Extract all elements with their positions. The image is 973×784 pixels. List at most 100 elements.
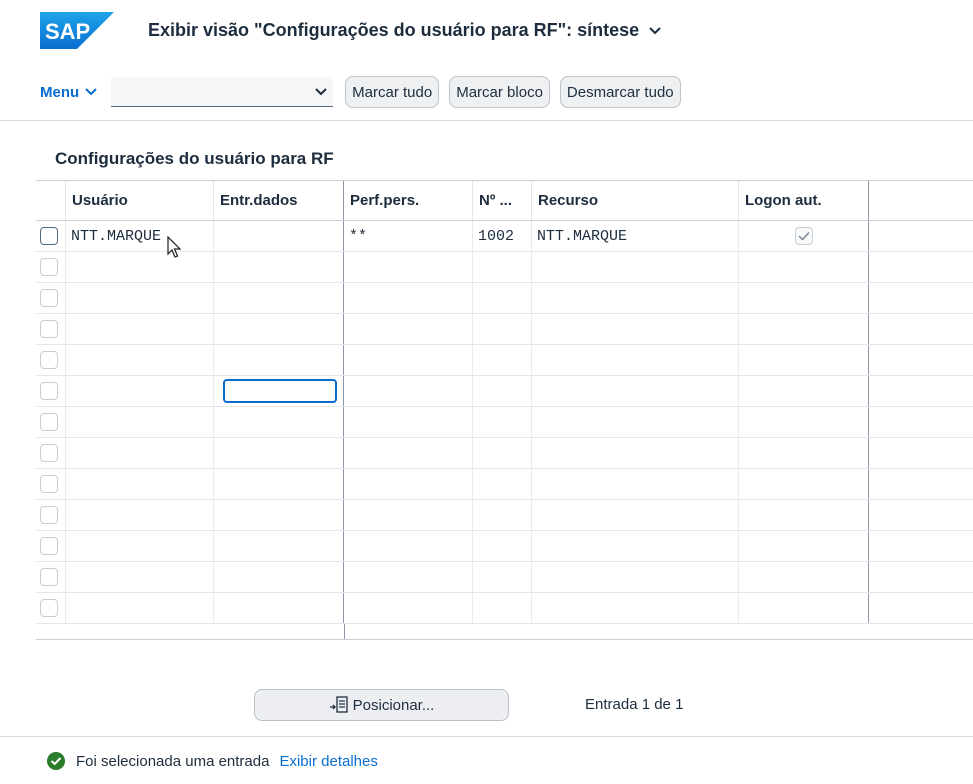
cell-entr-dados[interactable] (214, 500, 344, 530)
cell-entr-dados[interactable] (214, 252, 344, 282)
cell-usuario[interactable] (66, 438, 214, 468)
cell-logon-aut[interactable] (739, 531, 869, 561)
cell-recurso[interactable] (532, 562, 739, 592)
cell-entr-dados[interactable] (214, 283, 344, 313)
cell-logon-aut[interactable] (739, 500, 869, 530)
cell-usuario[interactable] (66, 283, 214, 313)
cell-logon-aut[interactable] (739, 314, 869, 344)
select-block-button[interactable]: Marcar bloco (449, 76, 550, 108)
table-row[interactable]: NTT.MARQUE ** 1002 NTT.MARQUE (36, 221, 973, 252)
cell-usuario[interactable] (66, 562, 214, 592)
cell-numero[interactable] (473, 345, 532, 375)
cell-perf-pers[interactable] (344, 252, 473, 282)
cell-numero[interactable] (473, 531, 532, 561)
cell-perf-pers[interactable] (344, 345, 473, 375)
cell-usuario[interactable] (66, 252, 214, 282)
row-select-box[interactable] (40, 258, 58, 276)
row-selector[interactable] (36, 376, 66, 406)
column-header-recurso[interactable]: Recurso (532, 181, 739, 220)
table-row[interactable] (36, 345, 973, 376)
cell-perf-pers[interactable] (344, 438, 473, 468)
cell-entr-dados[interactable] (214, 469, 344, 499)
row-select-box[interactable] (40, 320, 58, 338)
row-select-box[interactable] (40, 351, 58, 369)
cell-entr-dados[interactable] (214, 376, 344, 406)
cell-numero[interactable] (473, 314, 532, 344)
cell-entr-dados[interactable] (214, 407, 344, 437)
cell-numero[interactable] (473, 500, 532, 530)
table-row[interactable] (36, 593, 973, 624)
row-selector[interactable] (36, 531, 66, 561)
table-row[interactable] (36, 283, 973, 314)
cell-numero[interactable] (473, 593, 532, 623)
cell-logon-aut[interactable] (739, 252, 869, 282)
row-selector[interactable] (36, 593, 66, 623)
sap-logo[interactable]: SAP (40, 12, 114, 49)
cell-logon-aut[interactable] (739, 345, 869, 375)
cell-numero[interactable] (473, 469, 532, 499)
cell-recurso[interactable] (532, 314, 739, 344)
cell-recurso[interactable] (532, 500, 739, 530)
cell-recurso[interactable] (532, 345, 739, 375)
table-row[interactable] (36, 376, 973, 407)
column-header-perf-pers[interactable]: Perf.pers. (344, 181, 473, 220)
row-selector[interactable] (36, 252, 66, 282)
cell-usuario[interactable] (66, 345, 214, 375)
row-select-box[interactable] (40, 289, 58, 307)
header-select-cell[interactable] (36, 181, 66, 220)
position-button[interactable]: Posicionar... (254, 689, 509, 721)
menu-button[interactable]: Menu (40, 84, 97, 101)
cell-recurso[interactable] (532, 593, 739, 623)
row-selector[interactable] (36, 469, 66, 499)
table-row[interactable] (36, 407, 973, 438)
column-header-numero[interactable]: Nº ... (473, 181, 532, 220)
cell-usuario[interactable] (66, 314, 214, 344)
cell-numero[interactable] (473, 283, 532, 313)
cell-perf-pers[interactable] (344, 407, 473, 437)
cell-recurso[interactable] (532, 407, 739, 437)
cell-logon-aut[interactable] (739, 407, 869, 437)
row-select-box[interactable] (40, 475, 58, 493)
table-row[interactable] (36, 531, 973, 562)
cell-usuario[interactable] (66, 469, 214, 499)
cell-entr-dados[interactable] (214, 345, 344, 375)
cell-perf-pers[interactable] (344, 531, 473, 561)
cell-logon-aut[interactable] (739, 221, 869, 251)
cell-logon-aut[interactable] (739, 283, 869, 313)
cell-numero[interactable] (473, 438, 532, 468)
cell-logon-aut[interactable] (739, 562, 869, 592)
cell-recurso[interactable] (532, 252, 739, 282)
row-selector[interactable] (36, 407, 66, 437)
cell-entr-dados[interactable] (214, 562, 344, 592)
row-selector[interactable] (36, 221, 66, 251)
command-combobox[interactable] (111, 77, 334, 107)
row-select-box[interactable] (40, 568, 58, 586)
row-selector[interactable] (36, 314, 66, 344)
row-selector[interactable] (36, 438, 66, 468)
row-selector[interactable] (36, 562, 66, 592)
cell-numero[interactable] (473, 562, 532, 592)
cell-recurso[interactable]: NTT.MARQUE (532, 221, 739, 251)
column-header-usuario[interactable]: Usuário (66, 181, 214, 220)
cell-numero[interactable]: 1002 (473, 221, 532, 251)
cell-entr-dados[interactable] (214, 314, 344, 344)
cell-logon-aut[interactable] (739, 438, 869, 468)
cell-logon-aut[interactable] (739, 376, 869, 406)
row-select-box[interactable] (40, 506, 58, 524)
cell-recurso[interactable] (532, 531, 739, 561)
cell-numero[interactable] (473, 376, 532, 406)
cell-numero[interactable] (473, 407, 532, 437)
logon-aut-checkbox[interactable] (794, 227, 813, 245)
cell-perf-pers[interactable] (344, 562, 473, 592)
cell-recurso[interactable] (532, 469, 739, 499)
cell-perf-pers[interactable] (344, 314, 473, 344)
cell-logon-aut[interactable] (739, 593, 869, 623)
cell-perf-pers[interactable] (344, 593, 473, 623)
cell-usuario[interactable] (66, 407, 214, 437)
table-row[interactable] (36, 500, 973, 531)
cell-logon-aut[interactable] (739, 469, 869, 499)
cell-recurso[interactable] (532, 283, 739, 313)
select-all-button[interactable]: Marcar tudo (345, 76, 440, 108)
column-header-logon-aut[interactable]: Logon aut. (739, 181, 869, 220)
cell-usuario[interactable]: NTT.MARQUE (66, 221, 214, 251)
